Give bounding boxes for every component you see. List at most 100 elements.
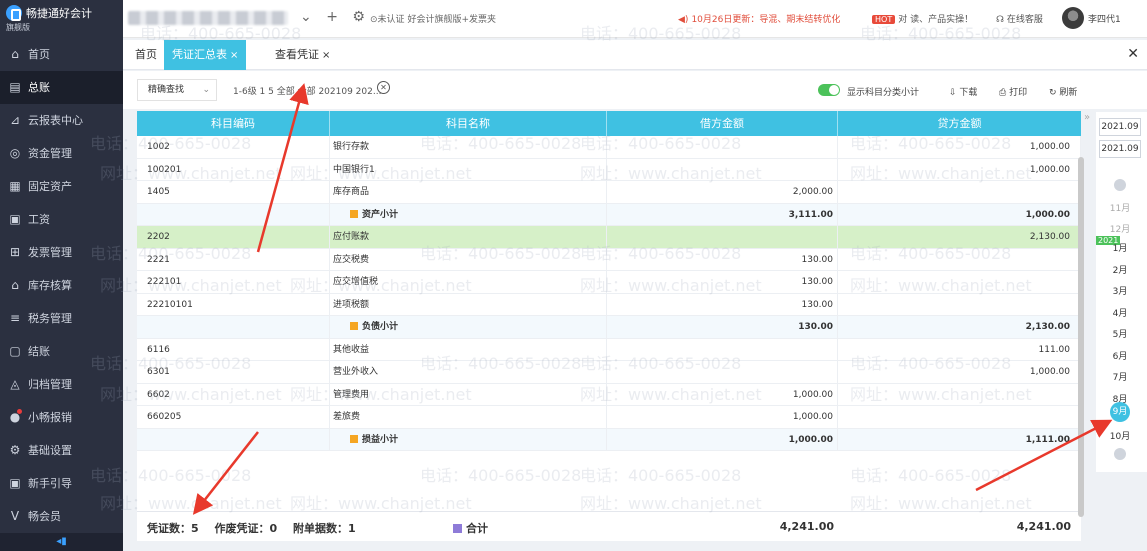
print-button[interactable]: ⎙ 打印 (999, 85, 1027, 98)
verification-status[interactable]: ⊙未认证 好会计旗舰版+发票夹 (370, 12, 496, 25)
month-item[interactable]: 2月 (1096, 263, 1144, 276)
table-row[interactable]: 6301 营业外收入 1,000.00 (137, 361, 1081, 384)
app-logo[interactable]: 畅捷通好会计 旗舰版 (0, 0, 123, 38)
credit-amount: 111.00 (838, 338, 1081, 361)
credit-amount (838, 383, 1081, 406)
tab[interactable]: 查看凭证 × (267, 40, 338, 70)
chevron-down-icon[interactable]: ⌄ (300, 9, 312, 25)
warehouse-icon: ⌂ (11, 278, 19, 292)
credit-amount (838, 248, 1081, 271)
sidebar-item-label: 基础设置 (28, 444, 72, 457)
header-credit[interactable]: 贷方金额 (838, 111, 1081, 136)
sidebar-item[interactable]: ⌂ 库存核算 (0, 269, 123, 302)
refresh-icon: ↻ (1049, 88, 1060, 98)
filter-condition[interactable]: 1-6级 1 5 全部 全部 202109 202... (233, 84, 381, 97)
download-button[interactable]: ⇩ 下载 (949, 85, 977, 98)
sidebar-item[interactable]: ▤ 总账 (0, 71, 123, 104)
total-credit: 4,241.00 (1016, 520, 1071, 533)
period-start[interactable]: 2021.09 (1099, 118, 1141, 136)
account-name: 进项税额 (330, 293, 607, 316)
table-row[interactable]: 222101 应交增值税 130.00 (137, 271, 1081, 294)
period-end[interactable]: 2021.09 (1099, 140, 1141, 158)
header-account-code[interactable]: 科目编码 (137, 111, 330, 136)
refresh-button[interactable]: ↻ 刷新 (1049, 85, 1077, 98)
account-code: 100201 (137, 158, 330, 181)
active-month[interactable]: 9月 (1110, 402, 1130, 422)
account-code: 1002 (137, 136, 330, 158)
close-icon[interactable]: × (230, 50, 238, 61)
month-item[interactable]: 3月 (1096, 284, 1144, 297)
sidebar-collapse-button[interactable]: ◂▮ (0, 533, 123, 551)
month-item[interactable]: 11月 (1096, 201, 1144, 214)
account-name: 应交税费 (330, 248, 607, 271)
sidebar-menu: ⌂ 首页 ▤ 总账 ⊿ 云报表中心 ◎ 资金管理 ▦ 固定资产 ▣ 工资 ⊞ 发票管理 ⌂ 库存核算 ≡ 税务管理… (0, 38, 123, 533)
table-row[interactable]: 6116 其他收益 111.00 (137, 338, 1081, 361)
debit-amount: 1,000.00 (607, 383, 838, 406)
tab[interactable]: 首页 (127, 40, 165, 70)
table-row[interactable]: 6602 管理费用 1,000.00 (137, 383, 1081, 406)
table-row[interactable]: 660205 差旅费 1,000.00 (137, 406, 1081, 429)
sidebar-item[interactable]: ◎ 资金管理 (0, 137, 123, 170)
tab[interactable]: 凭证汇总表 × (164, 40, 247, 70)
table-scrollbar[interactable] (1078, 157, 1084, 517)
sidebar-item[interactable]: ⌂ 首页 (0, 38, 123, 71)
subtotal-toggle[interactable] (818, 84, 840, 96)
clear-filter-icon[interactable]: ✕ (377, 81, 390, 94)
month-item[interactable]: 5月 (1096, 327, 1144, 340)
username[interactable]: 李四代1 (1088, 12, 1121, 25)
month-item[interactable]: 1月 (1096, 241, 1144, 254)
subtotal-row[interactable]: 负债小计 130.00 2,130.00 (137, 316, 1081, 339)
speaker-icon: ◀) (678, 15, 689, 25)
month-item[interactable]: 6月 (1096, 349, 1144, 362)
account-code: 1405 (137, 181, 330, 203)
expand-panel-icon[interactable]: » (1084, 112, 1090, 123)
table-row[interactable]: 100201 中国银行1 1,000.00 (137, 158, 1081, 181)
month-item[interactable]: 4月 (1096, 306, 1144, 319)
sidebar-item[interactable]: ⚙ 基础设置 (0, 434, 123, 467)
company-name-blurred[interactable] (128, 11, 288, 25)
month-item[interactable]: 12月 (1096, 222, 1144, 235)
subtotal-row[interactable]: 资产小计 3,111.00 1,000.00 (137, 203, 1081, 226)
sidebar-item[interactable]: ● 小畅报销 (0, 401, 123, 434)
add-icon[interactable]: + (326, 9, 338, 25)
sidebar-item[interactable]: ≡ 税务管理 (0, 302, 123, 335)
subtotal-row[interactable]: 损益小计 1,000.00 1,111.00 (137, 428, 1081, 451)
sidebar-item[interactable]: ⊿ 云报表中心 (0, 104, 123, 137)
notice-text: 10月26日更新：导混、期末结转优化 (691, 15, 841, 25)
table-row[interactable]: 2202 应付账款 2,130.00 (137, 226, 1081, 249)
close-icon[interactable]: ✕ (1127, 46, 1139, 62)
table-row[interactable]: 2221 应交税费 130.00 (137, 248, 1081, 271)
update-notice[interactable]: ◀) 10月26日更新：导混、期末结转优化 (678, 12, 840, 25)
chevron-down-icon: ⌄ (202, 85, 210, 95)
sidebar: ⌂ 首页 ▤ 总账 ⊿ 云报表中心 ◎ 资金管理 ▦ 固定资产 ▣ 工资 ⊞ 发票管理 ⌂ 库存核算 ≡ 税务管理… (0, 38, 123, 551)
header-account-name[interactable]: 科目名称 (330, 111, 607, 136)
settings-icon[interactable]: ⚙ (352, 9, 365, 25)
sidebar-item[interactable]: ⊞ 发票管理 (0, 236, 123, 269)
month-item[interactable]: 7月 (1096, 370, 1144, 383)
avatar[interactable] (1062, 7, 1084, 29)
promo-link[interactable]: HOT 对 读、产品实操！ (872, 12, 973, 25)
sidebar-item[interactable]: ▣ 新手引导 (0, 467, 123, 500)
account-name: 其他收益 (330, 338, 607, 361)
table-row[interactable]: 1405 库存商品 2,000.00 (137, 181, 1081, 204)
table-row[interactable]: 22210101 进项税额 130.00 (137, 293, 1081, 316)
chevron-down-icon[interactable] (1114, 448, 1126, 460)
sidebar-item[interactable]: ▦ 固定资产 (0, 170, 123, 203)
chevron-up-icon[interactable] (1114, 179, 1126, 191)
filter-mode-select[interactable]: 精确查找 ⌄ (137, 79, 217, 101)
sidebar-item-label: 工资 (28, 213, 50, 226)
logo-icon (6, 5, 22, 21)
sidebar-item[interactable]: ◬ 归档管理 (0, 368, 123, 401)
account-code (137, 428, 330, 451)
close-icon[interactable]: × (322, 50, 330, 61)
sidebar-item[interactable]: ▢ 结账 (0, 335, 123, 368)
subtotal-icon (350, 434, 358, 443)
sidebar-item[interactable]: V 畅会员 (0, 500, 123, 533)
asset-icon: ▦ (9, 179, 21, 193)
table-row[interactable]: 1002 银行存款 1,000.00 (137, 136, 1081, 159)
header-debit[interactable]: 借方金额 (607, 111, 838, 136)
app-edition: 旗舰版 (6, 23, 30, 32)
sidebar-item[interactable]: ▣ 工资 (0, 203, 123, 236)
online-service[interactable]: ☊ 在线客服 (996, 12, 1043, 25)
month-item[interactable]: 10月 (1096, 429, 1144, 442)
